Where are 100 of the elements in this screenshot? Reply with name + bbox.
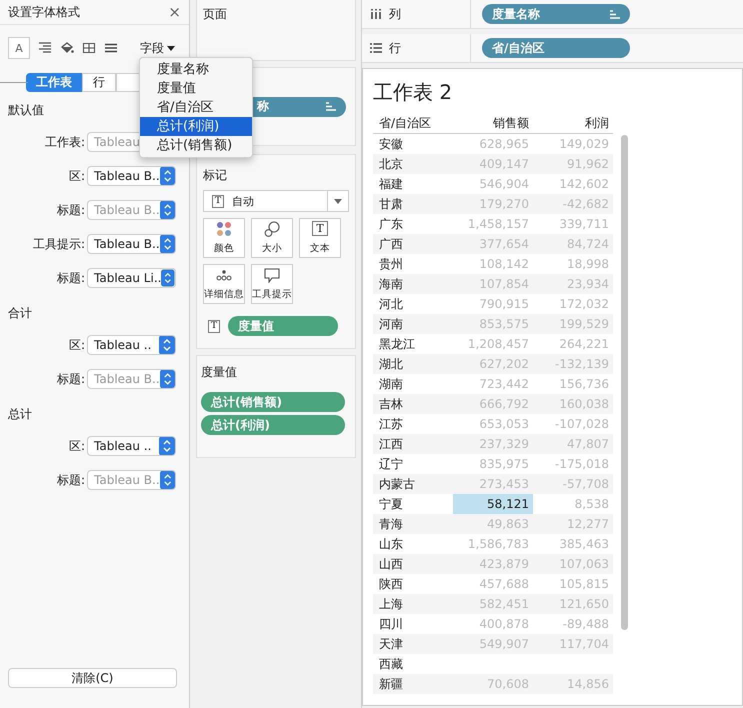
- table-cell-text: 121,650: [558, 596, 610, 613]
- scrollbar[interactable]: [621, 135, 628, 630]
- table-cell[interactable]: 549,907: [453, 634, 533, 654]
- detail-button[interactable]: 详细信息: [203, 264, 245, 304]
- stepper-icon: [160, 201, 175, 219]
- table-cell[interactable]: 179,270: [453, 194, 533, 214]
- table-cell[interactable]: 582,451: [453, 594, 533, 614]
- table-cell-text: 广西: [378, 236, 404, 252]
- column-header: 销售额: [492, 114, 530, 132]
- borders-icon[interactable]: [82, 42, 96, 54]
- table-cell[interactable]: 400,878: [453, 614, 533, 634]
- column-pill[interactable]: 度量名称: [482, 4, 630, 24]
- table-cell-text: 91,962: [566, 156, 610, 173]
- marks-title: 标记: [203, 167, 228, 184]
- table-cell-text: 149,029: [558, 136, 610, 153]
- table-cell[interactable]: 108,142: [453, 254, 533, 274]
- table-cell-text: 安徽: [378, 136, 404, 152]
- table-cell[interactable]: 790,915: [453, 294, 533, 314]
- stepper-icon: [161, 269, 175, 287]
- font-button[interactable]: A: [8, 37, 30, 59]
- measure-values-title: 度量值: [201, 364, 238, 381]
- table-cell-text: 西藏: [378, 656, 404, 672]
- table-cell-text: 385,463: [558, 536, 610, 553]
- font-select[interactable]: Tableau B..: [87, 200, 176, 220]
- text-button[interactable]: T 文本: [299, 218, 341, 258]
- table-cell-text: 江苏: [378, 416, 404, 432]
- clear-button[interactable]: 清除(C): [8, 668, 177, 688]
- table-cell-text: 山西: [378, 556, 404, 572]
- columns-icon: [370, 9, 382, 19]
- table-cell-text: 新疆: [378, 676, 404, 692]
- table-cell-text: 23,934: [566, 276, 610, 293]
- table-cell[interactable]: 423,879: [453, 554, 533, 574]
- paint-bucket-icon[interactable]: [60, 42, 74, 54]
- table-cell-text: 199,529: [558, 316, 610, 333]
- tab[interactable]: 工作表: [26, 73, 82, 92]
- font-select[interactable]: Tableau B..: [87, 369, 176, 389]
- table-cell[interactable]: 546,904: [453, 174, 533, 194]
- field-label: 标题:: [56, 270, 86, 286]
- table-cell-text: -42,682: [562, 196, 610, 213]
- align-icon[interactable]: [38, 42, 52, 54]
- table-cell[interactable]: 1,208,457: [453, 334, 533, 354]
- table-cell[interactable]: 723,442: [453, 374, 533, 394]
- table-cell-text: 84,724: [566, 236, 610, 253]
- table-cell[interactable]: 853,575: [453, 314, 533, 334]
- table-cell[interactable]: 1,586,783: [453, 534, 533, 554]
- table-cell[interactable]: 70,608: [453, 674, 533, 694]
- lines-icon[interactable]: [104, 42, 118, 54]
- table-cell[interactable]: 49,863: [453, 514, 533, 534]
- color-button[interactable]: 颜色: [203, 218, 245, 258]
- field-dropdown[interactable]: 字段: [140, 40, 183, 56]
- table-cell[interactable]: 273,453: [453, 474, 533, 494]
- table-cell[interactable]: 409,147: [453, 154, 533, 174]
- font-select[interactable]: Tableau Li..: [87, 268, 176, 288]
- table-cell[interactable]: 627,202: [453, 354, 533, 374]
- menu-item[interactable]: 度量值: [140, 79, 252, 98]
- font-select[interactable]: Tableau B..: [87, 470, 176, 490]
- measure-pill[interactable]: 总计(销售额): [201, 392, 345, 412]
- table-cell[interactable]: 457,688: [453, 574, 533, 594]
- table-cell-text: 山东: [378, 536, 404, 552]
- table-cell-text: -175,018: [554, 456, 610, 473]
- table-cell-text: 四川: [378, 616, 404, 632]
- table-cell-text: 黑龙江: [378, 336, 416, 352]
- font-select[interactable]: Tableau B..: [87, 166, 176, 186]
- table-cell[interactable]: 835,975: [453, 454, 533, 474]
- table-cell-text: 宁夏: [378, 496, 404, 512]
- menu-item[interactable]: 总计(利润): [140, 117, 252, 136]
- stepper-icon: [160, 370, 175, 388]
- font-select[interactable]: Tableau ..: [87, 335, 176, 355]
- font-select[interactable]: Tableau ..: [87, 436, 176, 456]
- tooltip-button[interactable]: 工具提示: [251, 264, 293, 304]
- table-cell[interactable]: 107,854: [453, 274, 533, 294]
- size-button[interactable]: 大小: [251, 218, 293, 258]
- tab[interactable]: 行: [82, 73, 116, 92]
- table-cell[interactable]: 58,121: [453, 494, 533, 514]
- table-cell-text: 107,063: [558, 556, 610, 573]
- field-label: 标题:: [56, 472, 86, 488]
- table-cell-text: -89,488: [562, 616, 610, 633]
- row-pill[interactable]: 省/自治区: [482, 38, 630, 58]
- close-button[interactable]: ×: [166, 3, 183, 21]
- field-label: 标题:: [56, 370, 86, 388]
- table-cell[interactable]: 653,053: [453, 414, 533, 434]
- font-select[interactable]: Tableau B..: [87, 234, 176, 254]
- table-cell[interactable]: 1,458,157: [453, 214, 533, 234]
- table-cell-text: 北京: [378, 156, 404, 172]
- mark-pill[interactable]: 度量值: [228, 316, 338, 336]
- text-icon: T: [208, 320, 220, 332]
- table-cell-text: 广东: [378, 216, 404, 232]
- mark-type-dropdown[interactable]: T 自动: [203, 190, 349, 212]
- caret-icon: [167, 46, 175, 50]
- table-cell[interactable]: 237,329: [453, 434, 533, 454]
- rows-icon: [370, 43, 382, 53]
- menu-item[interactable]: 度量名称: [140, 60, 252, 79]
- stepper-icon: [160, 167, 175, 185]
- measure-pill[interactable]: 总计(利润): [201, 415, 345, 435]
- table-cell[interactable]: 666,792: [453, 394, 533, 414]
- table-cell[interactable]: 628,965: [453, 134, 533, 154]
- speech-bubble-icon: [264, 267, 280, 283]
- table-cell-text: 湖北: [378, 356, 404, 372]
- table-cell[interactable]: 377,654: [453, 234, 533, 254]
- field-label: 工作表:: [44, 134, 86, 150]
